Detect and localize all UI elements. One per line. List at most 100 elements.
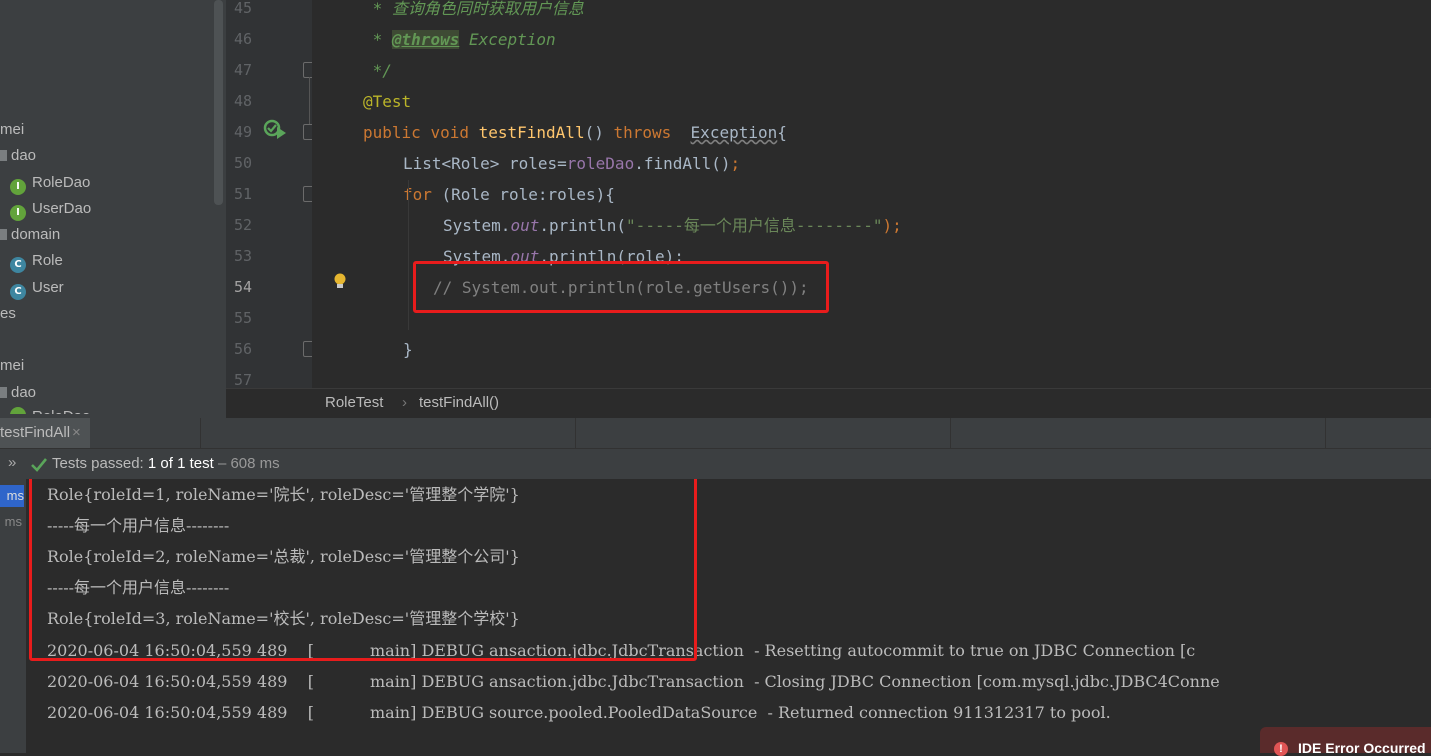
status-count: 1 of 1 test — [147, 455, 214, 472]
editor-gutter: 45 46 47 48 49 50 51 52 53 54 55 56 57 — [226, 0, 317, 389]
code-text: .findAll() — [634, 154, 731, 173]
test-status-bar: » Tests passed: 1 of 1 test – 608 ms — [0, 449, 1431, 479]
code-line-51: for (Role role:roles){ — [403, 179, 615, 210]
tab-testfindall[interactable]: testFindAll × — [0, 418, 90, 448]
code-text: List<Role> roles= — [403, 154, 567, 173]
line-number-current: 54 — [233, 278, 252, 296]
run-test-icon[interactable] — [262, 117, 288, 141]
tree-item-partial[interactable]: RoleDao... — [10, 405, 103, 418]
tree-item-label: UserDao — [32, 200, 92, 217]
lightbulb-icon[interactable] — [333, 272, 347, 290]
line-number: 56 — [233, 340, 252, 358]
code-line-46: * @throws Exception — [363, 24, 556, 55]
tree-item-label: User — [32, 279, 64, 296]
keyword: public — [363, 123, 421, 142]
tree-item-label: domain — [11, 226, 61, 243]
check-icon — [31, 458, 47, 472]
code-text: System. — [443, 216, 511, 235]
ide-error-notification[interactable]: ! IDE Error Occurred — [1260, 727, 1431, 756]
code-text: () — [584, 123, 604, 142]
code-line-49: public void testFindAll() throws Excepti… — [363, 117, 787, 148]
tab-label: testFindAll — [0, 424, 71, 441]
code-line-48: @Test — [363, 86, 411, 117]
tree-item-label: Role — [32, 252, 63, 269]
line-number: 49 — [233, 123, 252, 141]
close-tab-icon[interactable]: × — [72, 418, 81, 448]
code-text: { — [777, 123, 787, 142]
status-time: – 608 ms — [217, 455, 280, 472]
notification-label: IDE Error Occurred — [1298, 740, 1426, 756]
code-line-47: */ — [363, 55, 392, 86]
console-line: 2020-06-04 16:50:04,559 489 [ main] DEBU… — [47, 703, 1111, 722]
line-number: 55 — [233, 309, 252, 327]
line-number: 46 — [233, 30, 252, 48]
line-number: 51 — [233, 185, 252, 203]
line-number: 48 — [233, 92, 252, 110]
tree-scrollbar[interactable] — [214, 0, 223, 205]
comment-text: Exception — [459, 30, 556, 49]
error-icon: ! — [1274, 742, 1288, 756]
code-line-50: List<Role> roles=roleDao.findAll(); — [403, 148, 740, 179]
tree-item[interactable]: es — [0, 302, 16, 326]
line-number: 53 — [233, 247, 252, 265]
highlight-box — [413, 261, 829, 313]
test-time[interactable]: ms — [0, 511, 22, 533]
tree-item-label: RoleDao — [32, 174, 91, 191]
tree-item-label: mei — [0, 357, 25, 374]
static-field: out — [510, 216, 540, 235]
console-output[interactable]: Role{roleId=1, roleName='院长', roleDesc='… — [26, 479, 1431, 753]
test-status-text: Tests passed: 1 of 1 test – 608 ms — [52, 455, 280, 472]
tree-item-label: mei — [0, 121, 25, 138]
tree-item-label: dao — [11, 147, 37, 164]
tree-item-role[interactable]: C Role — [10, 249, 63, 273]
code-text: ; — [730, 154, 741, 173]
annotation: @Test — [363, 92, 412, 111]
string-literal: "-----每一个用户信息--------" — [626, 216, 883, 235]
highlight-box — [29, 479, 697, 661]
folder-icon — [0, 229, 7, 240]
keyword: void — [430, 123, 469, 142]
line-number: 47 — [233, 61, 252, 79]
tree-item-label: es — [0, 305, 16, 322]
interface-icon: I — [10, 205, 26, 221]
tree-item-domain[interactable]: domain — [0, 223, 60, 247]
tree-item-roledao[interactable]: I RoleDao — [10, 171, 90, 195]
tree-item[interactable]: mei — [0, 354, 24, 378]
tree-item-dao-2[interactable]: dao — [0, 381, 36, 405]
comment-text: * 查询角色同时获取用户信息 — [363, 0, 584, 18]
interface-icon: I — [10, 179, 26, 195]
line-number: 45 — [233, 0, 252, 17]
run-tool-window-tabs: testFindAll × — [0, 418, 1431, 449]
keyword: throws — [613, 123, 672, 142]
line-number: 52 — [233, 216, 252, 234]
javadoc-tag: @throws — [391, 30, 460, 49]
project-tree: mei dao I RoleDao I UserDao domain C Role C… — [0, 0, 226, 418]
line-number: 50 — [233, 154, 252, 172]
code-text: ); — [882, 216, 902, 235]
breadcrumb-method[interactable]: testFindAll() — [419, 394, 499, 411]
folder-icon — [0, 387, 7, 398]
status-prefix: Tests passed: — [52, 455, 144, 472]
tree-item-userdao[interactable]: I UserDao — [10, 197, 91, 221]
class-icon: C — [10, 257, 26, 273]
console-line: 2020-06-04 16:50:04,559 489 [ main] DEBU… — [47, 672, 1220, 691]
test-tree-column: ms ms — [0, 479, 26, 753]
expand-icon[interactable]: » — [8, 454, 16, 471]
tree-item-label: RoleDao... — [32, 408, 103, 418]
tree-item-dao[interactable]: dao — [0, 144, 36, 168]
test-time-selected[interactable]: ms — [0, 485, 24, 507]
code-text: .println( — [539, 216, 627, 235]
field-name: roleDao — [566, 154, 635, 173]
code-editor[interactable]: * 查询角色同时获取用户信息 * @throws Exception */ @T… — [312, 0, 1431, 388]
tree-item-user[interactable]: C User — [10, 276, 64, 300]
tree-item[interactable]: mei — [0, 118, 24, 142]
folder-icon — [0, 150, 7, 161]
code-line-52: System.out.println("-----每一个用户信息--------… — [443, 210, 902, 241]
code-text: } — [403, 340, 413, 359]
code-line-45: * 查询角色同时获取用户信息 — [363, 0, 584, 24]
breadcrumb-class[interactable]: RoleTest — [325, 394, 383, 411]
comment-text: */ — [363, 61, 392, 80]
exception-type: Exception — [690, 123, 778, 142]
comment-text: * — [363, 30, 392, 49]
tree-item-label: dao — [11, 384, 37, 401]
